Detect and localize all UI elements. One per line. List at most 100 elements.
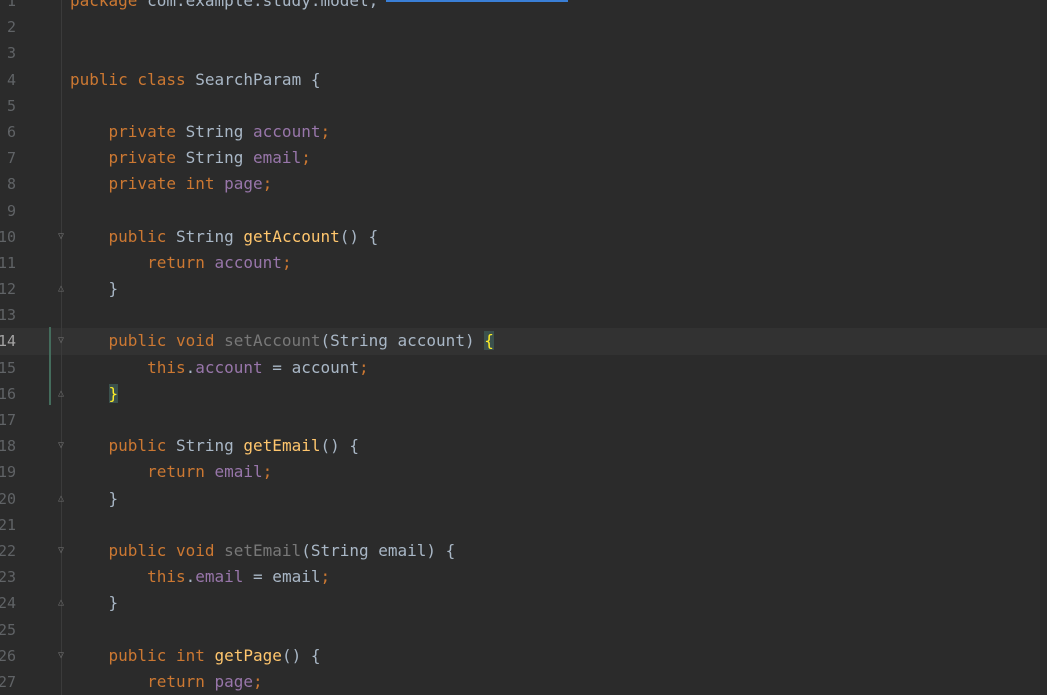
code-line[interactable]: 20 △ } <box>0 485 1047 512</box>
code-token: getPage <box>214 645 282 665</box>
line-number[interactable]: 7 <box>0 145 16 171</box>
line-number[interactable]: 21 <box>0 512 16 538</box>
code-line[interactable]: 27 return page; <box>0 668 1047 695</box>
line-number[interactable]: 16 <box>0 381 16 407</box>
line-number[interactable]: 9 <box>0 198 16 224</box>
code-text[interactable]: private int page; <box>70 171 273 197</box>
line-number[interactable]: 20 <box>0 486 16 512</box>
code-token: } <box>70 279 119 299</box>
code-text[interactable]: public int getPage() { <box>70 643 321 669</box>
line-number[interactable]: 8 <box>0 171 16 197</box>
code-text[interactable]: this.account = account; <box>70 355 369 381</box>
line-number[interactable]: 19 <box>0 459 16 485</box>
code-line[interactable]: 12 △ } <box>0 276 1047 303</box>
fold-close-icon[interactable]: △ <box>56 493 66 504</box>
code-line[interactable]: 24 △ } <box>0 590 1047 617</box>
gutter-divider <box>61 459 62 486</box>
fold-close-icon[interactable]: △ <box>56 388 66 399</box>
line-number[interactable]: 1 <box>0 0 16 14</box>
code-text[interactable]: } <box>70 590 119 616</box>
gutter-divider <box>61 511 62 538</box>
code-text[interactable]: } <box>70 276 119 302</box>
code-line[interactable]: 2 <box>0 14 1047 41</box>
fold-open-icon[interactable]: ▽ <box>56 441 66 451</box>
line-number[interactable]: 6 <box>0 119 16 145</box>
code-text[interactable]: this.email = email; <box>70 564 330 590</box>
line-number[interactable]: 26 <box>0 643 16 669</box>
code-token: ; <box>262 174 273 194</box>
line-number[interactable]: 15 <box>0 355 16 381</box>
vcs-change-marker[interactable] <box>49 327 51 405</box>
code-text[interactable]: } <box>70 486 119 512</box>
code-text[interactable]: private String account; <box>70 119 331 145</box>
code-text[interactable]: public String getEmail() { <box>70 433 359 459</box>
fold-open-icon[interactable]: ▽ <box>56 650 66 661</box>
line-number[interactable]: 14 <box>0 328 16 354</box>
code-line[interactable]: 22 ▽ public void setEmail(String email) { <box>0 537 1047 565</box>
code-line[interactable]: 6 private String account; <box>0 118 1047 146</box>
code-text[interactable]: return account; <box>70 250 292 276</box>
code-line[interactable]: 14 ▽ public void setAccount(String accoun… <box>0 328 1047 355</box>
line-number[interactable]: 25 <box>0 617 16 643</box>
line-number[interactable]: 24 <box>0 590 16 616</box>
fold-open-icon[interactable]: ▽ <box>56 336 66 346</box>
gutter-divider <box>61 302 62 329</box>
code-text[interactable]: return email; <box>70 459 272 485</box>
fold-close-icon[interactable]: △ <box>56 598 66 608</box>
fold-open-icon[interactable]: ▽ <box>56 545 66 556</box>
code-text[interactable]: public String getAccount() { <box>70 224 379 250</box>
gutter-divider <box>61 118 62 146</box>
line-number[interactable]: 13 <box>0 302 16 328</box>
line-number[interactable]: 2 <box>0 14 16 40</box>
code-line[interactable]: 25 <box>0 616 1047 643</box>
code-line[interactable]: 11 return account; <box>0 249 1047 277</box>
line-number[interactable]: 23 <box>0 564 16 590</box>
code-text[interactable]: } <box>70 381 119 407</box>
gutter-divider <box>61 0 62 15</box>
gutter-divider <box>61 171 62 198</box>
code-line[interactable]: 15 this.account = account; <box>0 354 1047 381</box>
line-number[interactable]: 27 <box>0 669 16 695</box>
code-text[interactable]: public class SearchParam { <box>70 67 320 93</box>
code-line[interactable]: 21 <box>0 511 1047 538</box>
code-line[interactable]: 18 ▽ public String getEmail() { <box>0 433 1047 460</box>
code-line[interactable]: 5 <box>0 92 1047 119</box>
code-line[interactable]: 1 package com.example.study.model; <box>0 0 1047 15</box>
code-line[interactable]: 26 ▽ public int getPage() { <box>0 642 1047 669</box>
code-text[interactable]: public void setAccount(String account) { <box>70 328 494 354</box>
code-line[interactable]: 23 this.email = email; <box>0 564 1047 591</box>
line-number[interactable]: 5 <box>0 93 16 119</box>
code-text[interactable]: public void setEmail(String email) { <box>70 538 456 564</box>
fold-open-icon[interactable]: ▽ <box>56 231 66 242</box>
code-line[interactable]: 10 ▽ public String getAccount() { <box>0 223 1047 250</box>
line-number[interactable]: 10 <box>0 224 16 250</box>
code-line[interactable]: 13 <box>0 302 1047 329</box>
code-token: getAccount <box>243 226 340 246</box>
code-line[interactable]: 8 private int page; <box>0 171 1047 198</box>
line-number[interactable]: 22 <box>0 538 16 564</box>
code-token: public <box>70 226 176 246</box>
line-number[interactable]: 11 <box>0 250 16 276</box>
code-text[interactable]: package com.example.study.model; <box>70 0 378 14</box>
code-token: public class <box>70 69 196 89</box>
code-line[interactable]: 7 private String email; <box>0 145 1047 172</box>
code-editor[interactable]: 1 package com.example.study.model; 2 3 4 publ… <box>0 0 1047 695</box>
gutter-divider <box>61 668 62 695</box>
code-line[interactable]: 19 return email; <box>0 459 1047 486</box>
code-token: ; <box>281 252 292 272</box>
line-number[interactable]: 17 <box>0 407 16 433</box>
line-number[interactable]: 3 <box>0 40 16 66</box>
line-number[interactable]: 4 <box>0 67 16 93</box>
code-line[interactable]: 3 <box>0 40 1047 67</box>
fold-close-icon[interactable]: △ <box>56 284 66 294</box>
code-line[interactable]: 4 public class SearchParam { <box>0 66 1047 93</box>
code-token: public int <box>70 645 215 665</box>
code-line[interactable]: 17 <box>0 407 1047 434</box>
line-number[interactable]: 18 <box>0 433 16 459</box>
code-text[interactable]: return page; <box>70 669 263 695</box>
line-number[interactable]: 12 <box>0 276 16 302</box>
code-line[interactable]: 9 <box>0 197 1047 224</box>
code-token: } <box>70 593 119 613</box>
code-text[interactable]: private String email; <box>70 145 311 171</box>
code-line[interactable]: 16 △ } <box>0 380 1047 407</box>
